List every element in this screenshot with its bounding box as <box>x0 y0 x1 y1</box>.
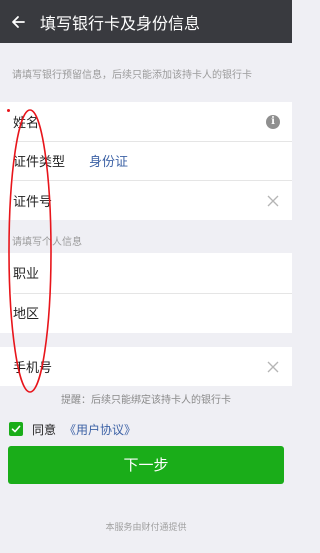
phone-row[interactable]: 手机号 <box>0 347 292 386</box>
info-icon[interactable]: i <box>266 114 280 129</box>
id-type-value[interactable]: 身份证 <box>89 151 128 170</box>
phone-label: 手机号 <box>13 361 53 376</box>
user-agreement-link[interactable]: 《用户协议》 <box>64 421 136 438</box>
top-hint: 请填写银行预留信息，后续只能添加该持卡人的银行卡 <box>12 70 252 81</box>
agreement-row: 同意 《用户协议》 <box>9 421 136 437</box>
agree-label: 同意 <box>32 422 57 437</box>
page-title: 填写银行卡及身份信息 <box>40 13 201 33</box>
back-arrow-icon[interactable] <box>0 0 36 43</box>
occupation-row[interactable]: 职业 <box>0 253 292 292</box>
id-number-row[interactable]: 证件号 <box>0 181 292 220</box>
checkbox-checked-icon[interactable] <box>9 422 23 436</box>
binding-tip: 提醒：后续只能绑定该持卡人的银行卡 <box>61 395 231 406</box>
red-dot-mark <box>7 109 10 112</box>
name-label: 姓名 <box>13 116 40 131</box>
id-type-row[interactable]: 证件类型 身份证 <box>0 141 292 180</box>
occupation-label: 职业 <box>13 267 40 282</box>
title-bar: 填写银行卡及身份信息 <box>0 0 292 43</box>
provider-footer: 本服务由财付通提供 <box>105 523 187 533</box>
next-button[interactable]: 下一步 <box>8 446 284 484</box>
clear-icon[interactable] <box>266 360 280 374</box>
clear-icon[interactable] <box>266 194 280 208</box>
id-type-label: 证件类型 <box>13 155 66 170</box>
name-row[interactable]: 姓名 i <box>0 102 292 141</box>
personal-info-hint: 请填写个人信息 <box>12 237 82 248</box>
region-label: 地区 <box>13 307 40 322</box>
region-row[interactable]: 地区 <box>0 293 292 332</box>
id-number-label: 证件号 <box>13 195 53 210</box>
